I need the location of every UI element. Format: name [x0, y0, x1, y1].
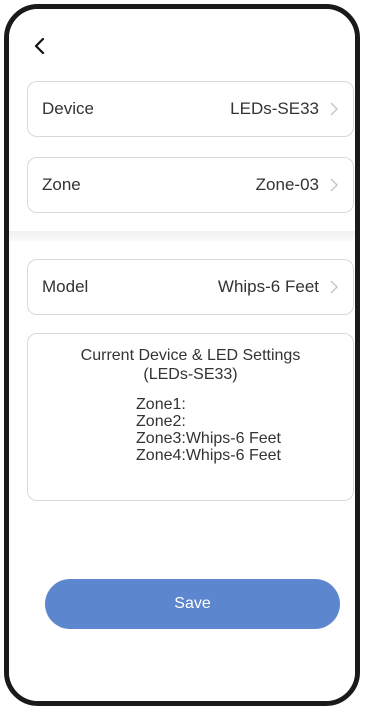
device-value: LEDs-SE33	[230, 99, 319, 118]
model-row[interactable]: Model Whips-6 Feet	[27, 259, 354, 315]
zone-label: Zone	[42, 175, 81, 194]
phone-frame: Device LEDs-SE33 Zone Zone-03 Model Whip…	[4, 4, 360, 706]
back-button[interactable]	[29, 33, 51, 59]
zone-settings-list: Zone1: Zone2: Zone3:Whips-6 Feet Zone4:W…	[136, 396, 281, 464]
screen: Device LEDs-SE33 Zone Zone-03 Model Whip…	[9, 9, 355, 701]
device-row[interactable]: Device LEDs-SE33	[27, 81, 354, 137]
zone-value: Zone-03	[255, 175, 319, 194]
settings-title-line1: Current Device & LED Settings	[80, 347, 301, 364]
zone-row[interactable]: Zone Zone-03	[27, 157, 354, 213]
chevron-right-icon	[329, 101, 339, 117]
settings-title-line2: (LEDs-SE33)	[143, 366, 238, 383]
model-value: Whips-6 Feet	[217, 277, 319, 296]
zone-setting-item: Zone3:Whips-6 Feet	[136, 430, 281, 447]
chevron-left-icon	[34, 38, 45, 54]
save-button[interactable]: Save	[45, 579, 340, 629]
chevron-right-icon	[329, 177, 339, 193]
current-settings-panel: Current Device & LED Settings (LEDs-SE33…	[27, 333, 354, 501]
settings-title: Current Device & LED Settings (LEDs-SE33…	[28, 346, 353, 384]
zone-setting-item: Zone1:	[136, 396, 186, 413]
zone-setting-item: Zone4:Whips-6 Feet	[136, 447, 281, 464]
chevron-right-icon	[329, 279, 339, 295]
zone-setting-item: Zone2:	[136, 413, 186, 430]
model-label: Model	[42, 277, 89, 296]
section-divider	[9, 231, 355, 241]
device-label: Device	[42, 99, 94, 118]
